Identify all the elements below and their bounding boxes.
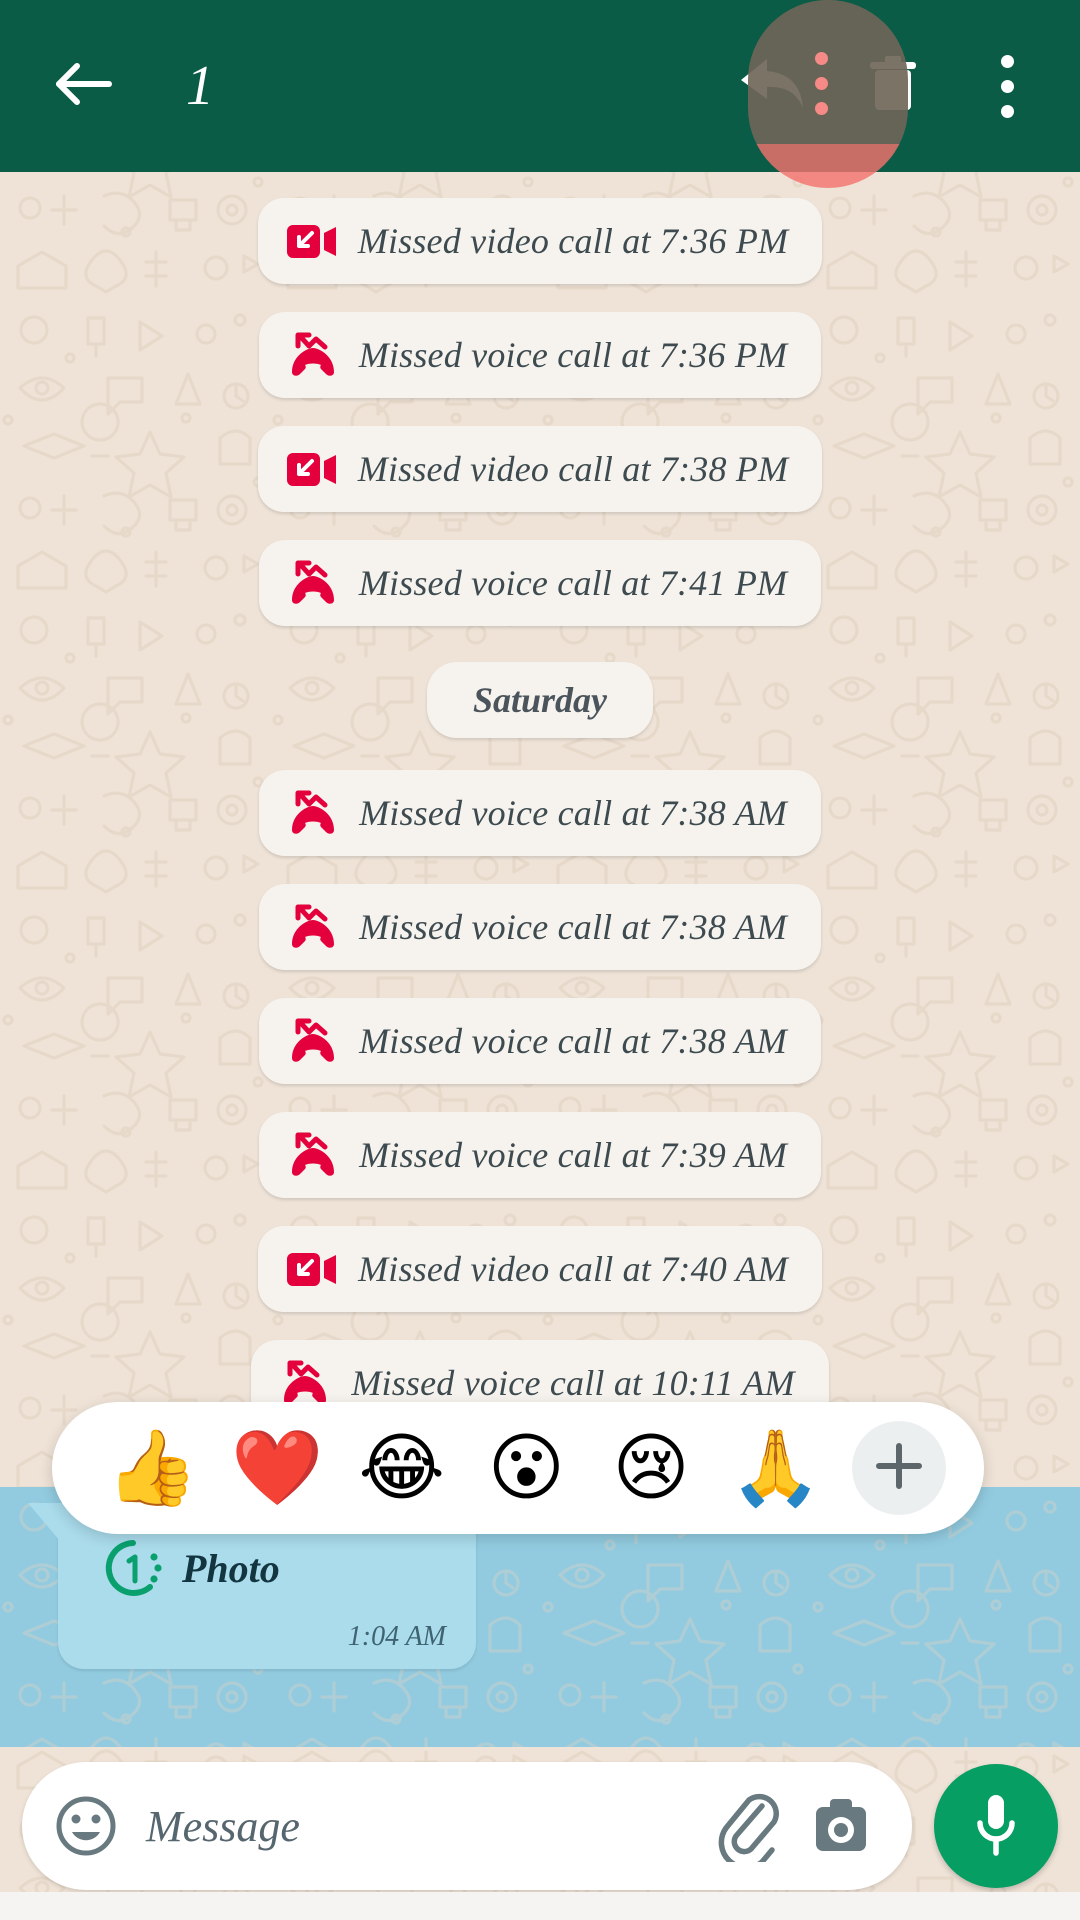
microphone-icon bbox=[969, 1789, 1023, 1864]
face-with-tears-of-joy-emoji[interactable]: 😂 bbox=[339, 1431, 464, 1505]
call-log-text: Missed voice call at 7:38 AM bbox=[359, 1021, 787, 1061]
missed-voice-call-icon bbox=[279, 1360, 331, 1406]
message-row: Missed video call at 7:38 PM bbox=[0, 412, 1080, 526]
call-log-bubble[interactable]: Missed voice call at 7:36 PM bbox=[258, 312, 822, 398]
message-row: Missed voice call at 7:41 PM bbox=[0, 526, 1080, 640]
message-row: Missed voice call at 7:38 AM bbox=[0, 870, 1080, 984]
missed-voice-call-icon bbox=[287, 1132, 339, 1178]
folded-hands-emoji[interactable]: 🙏 bbox=[713, 1431, 838, 1505]
call-log-bubble[interactable]: Missed voice call at 7:41 PM bbox=[258, 540, 822, 626]
missed-voice-call-icon bbox=[287, 332, 339, 378]
delete-button[interactable] bbox=[838, 31, 948, 141]
missed-video-call-icon bbox=[286, 218, 338, 264]
call-log-text: Missed voice call at 7:38 AM bbox=[359, 793, 787, 833]
call-log-bubble[interactable]: Missed voice call at 7:39 AM bbox=[259, 1112, 821, 1198]
call-log-bubble[interactable]: Missed voice call at 7:38 AM bbox=[259, 884, 821, 970]
missed-voice-call-icon bbox=[287, 904, 339, 950]
smiley-face-icon[interactable] bbox=[52, 1792, 120, 1860]
date-divider-row: Saturday bbox=[0, 640, 1080, 756]
call-log-text: Missed video call at 7:40 AM bbox=[358, 1249, 788, 1289]
call-log-bubble[interactable]: Missed voice call at 7:38 AM bbox=[259, 770, 821, 856]
plus-icon bbox=[871, 1438, 927, 1499]
call-log-bubble[interactable]: Missed video call at 7:36 PM bbox=[257, 198, 823, 284]
reply-button[interactable] bbox=[718, 31, 828, 141]
view-once-photo-icon bbox=[102, 1537, 164, 1599]
missed-voice-call-icon bbox=[287, 560, 339, 606]
message-row: Missed voice call at 7:36 PM bbox=[0, 298, 1080, 412]
face-with-open-mouth-emoji[interactable]: 😮 bbox=[464, 1431, 589, 1505]
call-log-text: Missed voice call at 10:11 AM bbox=[351, 1363, 795, 1403]
call-log-text: Missed voice call at 7:38 AM bbox=[359, 907, 787, 947]
back-button[interactable] bbox=[28, 31, 138, 141]
message-row: Missed video call at 7:40 AM bbox=[0, 1212, 1080, 1326]
three-dot-menu-icon-highlighted bbox=[815, 52, 828, 115]
more-reactions-button[interactable] bbox=[852, 1421, 947, 1515]
missed-video-call-icon bbox=[286, 1246, 338, 1292]
overflow-menu-button[interactable] bbox=[952, 31, 1062, 141]
three-dot-menu-icon bbox=[1000, 54, 1014, 118]
selected-count: 1 bbox=[186, 55, 215, 117]
photo-message-timestamp: 1:04 AM bbox=[347, 1621, 446, 1652]
missed-video-call-icon bbox=[286, 446, 338, 492]
call-log-bubble[interactable]: Missed video call at 7:38 PM bbox=[257, 426, 823, 512]
reply-arrow-icon bbox=[737, 53, 809, 120]
voice-record-button[interactable] bbox=[934, 1764, 1058, 1888]
call-log-text: Missed voice call at 7:41 PM bbox=[358, 563, 788, 603]
camera-icon[interactable] bbox=[808, 1795, 874, 1857]
message-input-pill[interactable]: Message bbox=[22, 1762, 912, 1890]
system-nav-strip bbox=[0, 1892, 1080, 1920]
date-divider: Saturday bbox=[426, 662, 654, 738]
missed-voice-call-icon bbox=[287, 1018, 339, 1064]
message-row: Missed voice call at 7:38 AM bbox=[0, 984, 1080, 1098]
message-row: Missed video call at 7:36 PM bbox=[0, 184, 1080, 298]
call-log-text: Missed voice call at 7:39 AM bbox=[359, 1135, 787, 1175]
message-row: Missed voice call at 7:39 AM bbox=[0, 1098, 1080, 1212]
photo-message-label: Photo bbox=[182, 1545, 280, 1591]
trash-icon bbox=[867, 54, 919, 119]
call-log-text: Missed video call at 7:38 PM bbox=[357, 449, 789, 489]
paperclip-icon[interactable] bbox=[712, 1790, 782, 1862]
call-log-bubble[interactable]: Missed voice call at 7:38 AM bbox=[259, 998, 821, 1084]
red-heart-emoji[interactable]: ❤️ bbox=[215, 1431, 340, 1505]
call-log-bubble[interactable]: Missed video call at 7:40 AM bbox=[258, 1226, 822, 1312]
arrow-left-icon bbox=[51, 56, 115, 117]
thumbs-up-emoji[interactable]: 👍 bbox=[90, 1431, 215, 1505]
message-input-placeholder[interactable]: Message bbox=[146, 1801, 712, 1852]
selection-toolbar: 1 bbox=[0, 0, 1080, 172]
call-log-text: Missed video call at 7:36 PM bbox=[357, 221, 789, 261]
crying-face-emoji[interactable]: 😢 bbox=[589, 1431, 714, 1505]
call-log-text: Missed voice call at 7:36 PM bbox=[358, 335, 788, 375]
whatsapp-chat-screen: 1 Missed video call at 7:36 PM Missed vo… bbox=[0, 0, 1080, 1920]
emoji-reaction-bar[interactable]: 👍 ❤️ 😂 😮 😢 🙏 bbox=[52, 1402, 984, 1534]
missed-voice-call-icon bbox=[287, 790, 339, 836]
message-row: Missed voice call at 7:38 AM bbox=[0, 756, 1080, 870]
